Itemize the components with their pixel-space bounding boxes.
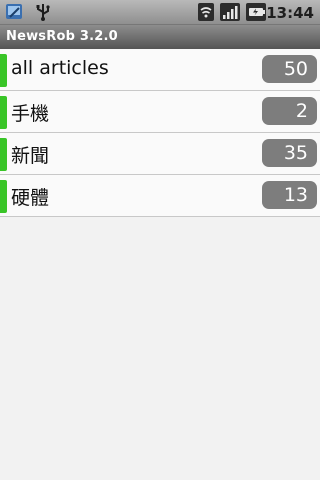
unread-count-badge: 2 <box>262 97 317 125</box>
title-bar: NewsRob 3.2.0 <box>0 25 320 49</box>
wifi-icon <box>197 2 217 22</box>
usb-icon[interactable] <box>33 2 53 22</box>
list-item[interactable]: 新聞 35 <box>0 133 320 175</box>
status-time: 13:44 <box>266 4 314 22</box>
list-item-label: 新聞 <box>11 145 50 167</box>
list-item-label: all articles <box>11 57 109 79</box>
feed-list: all articles 50 手機 2 新聞 35 硬體 13 <box>0 49 320 217</box>
battery-charging-icon <box>245 2 266 22</box>
list-item[interactable]: 硬體 13 <box>0 175 320 217</box>
list-item-label: 手機 <box>11 103 50 125</box>
list-item-label: 硬體 <box>11 187 50 209</box>
unread-indicator <box>0 180 7 213</box>
unread-count-badge: 50 <box>262 55 317 83</box>
unread-indicator <box>0 54 7 87</box>
status-bar: 13:44 <box>0 0 320 25</box>
list-item[interactable]: 手機 2 <box>0 91 320 133</box>
signal-icon <box>219 2 240 22</box>
app-notification-icon[interactable] <box>5 2 25 22</box>
list-item-all-articles[interactable]: all articles 50 <box>0 49 320 91</box>
unread-count-badge: 13 <box>262 181 317 209</box>
unread-indicator <box>0 138 7 171</box>
unread-count-badge: 35 <box>262 139 317 167</box>
unread-indicator <box>0 96 7 129</box>
app-title: NewsRob 3.2.0 <box>6 29 118 44</box>
